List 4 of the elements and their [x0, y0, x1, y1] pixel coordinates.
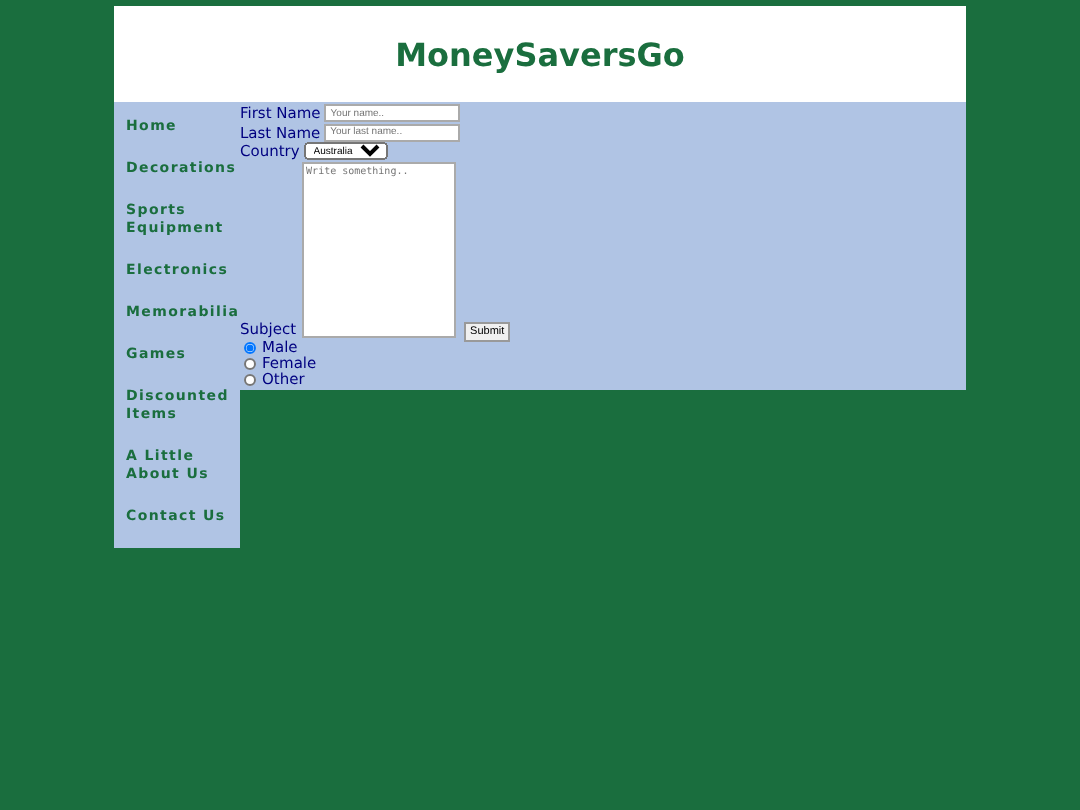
radio-button[interactable] [244, 341, 256, 353]
site-title: MoneySaversGo [395, 35, 685, 73]
radio-button[interactable] [244, 357, 256, 369]
radio-button[interactable] [244, 373, 256, 385]
